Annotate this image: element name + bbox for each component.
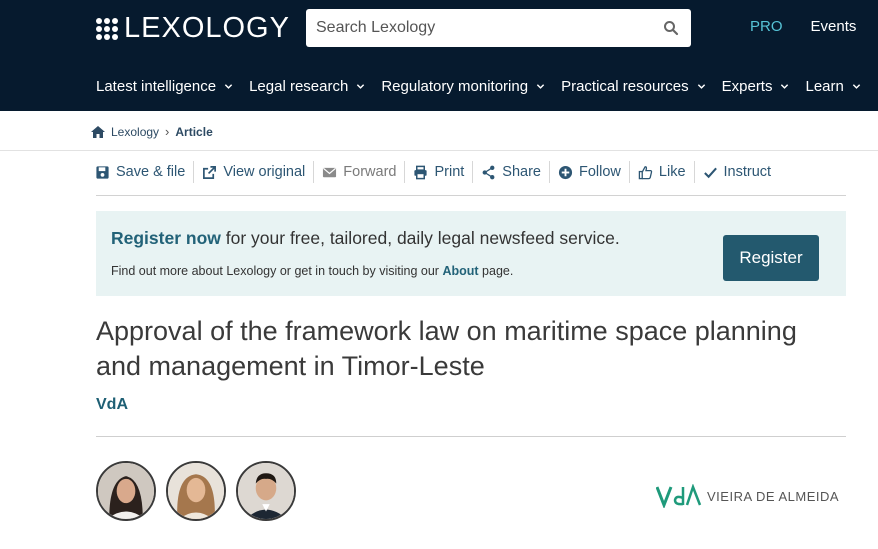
banner-headline-text: for your free, tailored, daily legal new… [220,228,620,248]
register-now-link[interactable]: Register now [111,228,221,248]
save-file-label: Save & file [116,164,186,180]
lexology-logo[interactable]: LEXOLOGY [96,12,290,45]
nav-regulatory-monitoring[interactable]: Regulatory monitoring [381,78,545,95]
printer-icon [414,165,428,179]
print-label: Print [434,164,465,180]
search-input[interactable] [316,19,663,37]
about-link[interactable]: About [442,264,478,278]
author-avatars [96,461,296,521]
breadcrumb-current: Article [175,124,213,139]
search-box[interactable] [306,9,691,47]
print-button[interactable]: Print [405,161,474,183]
view-original-button[interactable]: View original [194,161,315,183]
author-avatar[interactable] [96,461,156,521]
main-nav: Latest intelligence Legal research Regul… [96,78,877,95]
nav-experts[interactable]: Experts [722,78,790,95]
save-file-button[interactable]: Save & file [95,161,195,183]
toolbar-divider [96,195,846,196]
breadcrumb: Lexology › Article [90,124,213,139]
forward-button[interactable]: Forward [314,161,406,183]
nav-label: Experts [721,78,773,95]
nav-label: Practical resources [561,78,689,95]
chevron-down-icon [224,84,233,89]
chevron-down-icon [781,84,789,89]
author-photo-icon [168,463,224,519]
chevron-right-icon: › [165,124,170,139]
logo-grid-icon [96,17,118,40]
banner-sub-prefix: Find out more about Lexology or get in t… [111,264,443,278]
register-banner: Register now for your free, tailored, da… [96,211,846,296]
author-photo-icon [238,463,294,519]
instruct-button[interactable]: Instruct [695,161,780,183]
share-icon [482,165,495,179]
author-firm-link[interactable]: VdA [96,396,128,414]
search-icon[interactable] [663,20,679,36]
chevron-down-icon [697,84,705,89]
like-label: Like [658,164,686,180]
banner-sub-suffix: page. [478,264,514,278]
share-button[interactable]: Share [473,161,550,183]
instruct-label: Instruct [723,164,772,180]
article-title: Approval of the framework law on maritim… [96,316,797,381]
nav-latest-intelligence[interactable]: Latest intelligence [96,78,233,95]
chevron-down-icon [357,84,365,89]
chevron-down-icon [536,84,545,89]
article-toolbar: Save & file View original Forward Print … [95,160,779,184]
thumbs-up-icon [638,165,653,179]
checkmark-icon [703,167,717,178]
firm-logo[interactable]: VIEIRA DE ALMEIDA [656,484,839,508]
author-avatar[interactable] [236,461,296,521]
site-header: LEXOLOGY PRO Events A Latest intelligenc… [0,0,878,111]
top-links: PRO Events A [750,18,878,35]
follow-label: Follow [579,164,621,180]
vda-logo-icon [656,484,702,508]
follow-button[interactable]: Follow [550,161,630,183]
nav-practical-resources[interactable]: Practical resources [561,78,706,95]
logo-text: LEXOLOGY [124,12,290,44]
breadcrumb-divider [0,150,878,151]
home-icon[interactable] [90,125,106,139]
nav-label: Latest intelligence [96,78,217,95]
author-avatar[interactable] [166,461,226,521]
banner-headline: Register now for your free, tailored, da… [111,228,620,249]
article-divider [96,436,846,437]
breadcrumb-home[interactable]: Lexology [111,125,159,139]
save-icon [96,165,109,179]
pro-link[interactable]: PRO [750,18,783,35]
nav-label: Learn [805,78,844,95]
nav-legal-research[interactable]: Legal research [249,78,365,95]
nav-learn[interactable]: Learn [805,78,861,95]
banner-subtext: Find out more about Lexology or get in t… [111,264,513,278]
events-link[interactable]: Events [811,18,857,35]
author-photo-icon [98,463,154,519]
nav-label: Regulatory monitoring [381,78,529,95]
external-link-icon [203,165,217,179]
nav-label: Legal research [249,78,349,95]
register-button[interactable]: Register [723,235,819,281]
plus-circle-icon [558,165,573,179]
view-original-label: View original [223,164,306,180]
firm-logo-name: VIEIRA DE ALMEIDA [707,488,840,504]
forward-label: Forward [343,164,397,180]
chevron-down-icon [852,84,861,89]
envelope-icon [323,167,337,177]
like-button[interactable]: Like [630,161,695,183]
share-label: Share [502,164,541,180]
